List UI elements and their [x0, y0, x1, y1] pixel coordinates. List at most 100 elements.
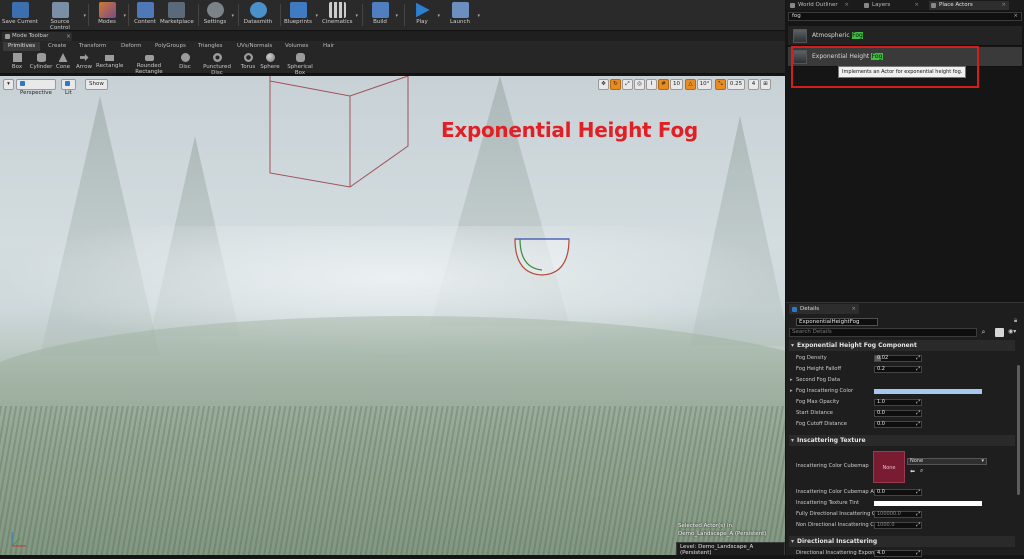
show-button[interactable]: Show: [85, 79, 108, 90]
grid-snap-value[interactable]: 10: [670, 79, 683, 90]
reset-arrow-icon[interactable]: ⤢: [916, 400, 920, 405]
fog-inscattering-color-swatch[interactable]: [874, 389, 982, 394]
scale-snap-icon[interactable]: ⤡: [715, 79, 726, 90]
cubemap-asset-dropdown[interactable]: None ▾: [907, 458, 987, 465]
cubemap-angle-field[interactable]: 0.0 ⤢: [874, 489, 922, 496]
category-transform[interactable]: Transform: [74, 42, 111, 51]
grid-snap-icon[interactable]: #: [658, 79, 669, 90]
reset-arrow-icon[interactable]: ⤢: [916, 512, 920, 517]
height-fog-gizmo[interactable]: [514, 238, 570, 276]
rotation-snap-value[interactable]: 10°: [697, 79, 712, 90]
tab-layers[interactable]: Layers ×: [862, 1, 922, 10]
close-icon[interactable]: ×: [914, 1, 919, 10]
rotation-snap-icon[interactable]: △: [685, 79, 696, 90]
source-control-button[interactable]: Source Control ▾: [40, 1, 86, 31]
shape-torus[interactable]: Torus: [239, 52, 257, 73]
level-viewport[interactable]: ▾ Perspective Lit Show ✥ ↻ ⤢ ◎ ⌇ # 10 △ …: [0, 76, 785, 555]
shape-punctured-disc[interactable]: Punctured Disc: [197, 52, 237, 76]
scale-icon[interactable]: ⤢: [622, 79, 633, 90]
marketplace-button[interactable]: Marketplace: [160, 1, 194, 30]
category-deform[interactable]: Deform: [116, 42, 146, 51]
reset-arrow-icon[interactable]: ⤢: [916, 422, 920, 427]
rotate-icon[interactable]: ↻: [610, 79, 621, 90]
scale-snap-value[interactable]: 0.25: [727, 79, 745, 90]
camera-speed-value[interactable]: 4: [748, 79, 759, 90]
category-volumes[interactable]: Volumes: [280, 42, 313, 51]
reset-arrow-icon[interactable]: ⤢: [916, 356, 920, 361]
save-current-button[interactable]: Save Current: [2, 1, 38, 30]
use-selected-arrow-icon[interactable]: ⬅: [910, 468, 915, 475]
non-directional-field[interactable]: 1000.0 ⤢: [874, 522, 922, 529]
cubemap-thumbnail[interactable]: None: [873, 451, 905, 483]
tab-world-outliner[interactable]: World Outliner ×: [788, 1, 852, 10]
build-button[interactable]: Build ▾: [368, 1, 398, 30]
eye-icon[interactable]: ◉▾: [1008, 328, 1016, 335]
category-uvs-normals[interactable]: UVs/Normals: [232, 42, 277, 51]
shape-cylinder[interactable]: Cylinder: [29, 52, 53, 73]
shape-sphere[interactable]: Sphere: [259, 52, 281, 73]
fog-height-falloff-field[interactable]: 0.2 ⤢: [874, 366, 922, 373]
actor-name-field[interactable]: ExponentialHeightFog: [796, 318, 878, 326]
play-button[interactable]: Play ▾: [410, 1, 440, 30]
content-button[interactable]: Content: [132, 1, 158, 30]
settings-button[interactable]: Settings ▾: [202, 1, 234, 30]
reset-arrow-icon[interactable]: ⤢: [916, 523, 920, 528]
directional-exponent-field[interactable]: 4.0 ⤢: [874, 550, 922, 557]
shape-disc[interactable]: Disc: [177, 52, 193, 73]
maximize-icon[interactable]: ⊞: [760, 79, 771, 90]
shape-cone[interactable]: Cone: [54, 52, 72, 73]
fog-cutoff-distance-field[interactable]: 0.0 ⤢: [874, 421, 922, 428]
texture-tint-swatch[interactable]: [874, 501, 982, 506]
datasmith-button[interactable]: Datasmith: [242, 1, 274, 30]
surface-snap-icon[interactable]: ⌇: [646, 79, 657, 90]
fog-max-opacity-field[interactable]: 1.0 ⤢: [874, 399, 922, 406]
place-actors-search-input[interactable]: fog ×: [788, 12, 1022, 21]
shape-box[interactable]: Box: [8, 52, 26, 73]
blueprints-button[interactable]: Blueprints ▾: [284, 1, 318, 30]
section-exponential-height-fog-component[interactable]: Exponential Height Fog Component: [789, 340, 1015, 351]
category-primitives[interactable]: Primitives: [3, 42, 41, 51]
fog-density-field[interactable]: 0.02 ⤢: [874, 355, 922, 362]
shape-spherical-box[interactable]: Spherical Box: [282, 52, 318, 76]
perspective-button[interactable]: Perspective: [16, 79, 56, 96]
reset-arrow-icon[interactable]: ⤢: [916, 367, 920, 372]
shape-arrow[interactable]: Arrow: [74, 52, 94, 73]
reset-arrow-icon[interactable]: ⤢: [916, 551, 920, 556]
start-distance-field[interactable]: 0.0 ⤢: [874, 410, 922, 417]
section-inscattering-texture[interactable]: Inscattering Texture: [789, 435, 1015, 446]
modes-button[interactable]: Modes ▾: [94, 1, 126, 30]
lock-icon[interactable]: 🔒︎: [1014, 317, 1021, 325]
close-icon[interactable]: ×: [1001, 1, 1006, 10]
reset-arrow-icon[interactable]: ⤢: [916, 411, 920, 416]
fully-directional-field[interactable]: 100000.0 ⤢: [874, 511, 922, 518]
lit-button[interactable]: Lit: [61, 79, 76, 96]
search-icon[interactable]: ⌕: [979, 328, 988, 337]
shape-rectangle[interactable]: Rectangle: [96, 52, 123, 73]
actor-item-atmospheric-fog[interactable]: Atmospheric Fog: [788, 26, 1022, 46]
tab-place-actors[interactable]: Place Actors ×: [929, 1, 1009, 10]
details-scrollbar[interactable]: [1017, 365, 1020, 495]
launch-button[interactable]: Launch ▾: [446, 1, 480, 30]
category-triangles[interactable]: Triangles: [193, 42, 227, 51]
viewport-options-button[interactable]: ▾: [3, 79, 14, 90]
browse-search-icon[interactable]: ⌕: [920, 467, 923, 475]
category-create[interactable]: Create: [43, 42, 71, 51]
section-directional-inscattering[interactable]: Directional Inscattering: [789, 536, 1015, 547]
cinematics-button[interactable]: Cinematics ▾: [322, 1, 358, 30]
coordinate-space-icon[interactable]: ◎: [634, 79, 645, 90]
category-polygroups[interactable]: PolyGroups: [150, 42, 191, 51]
close-icon[interactable]: ×: [844, 1, 849, 10]
clear-icon[interactable]: ×: [1013, 13, 1018, 20]
details-search-input[interactable]: Search Details: [789, 328, 977, 337]
prop-second-fog-data[interactable]: Second Fog Data: [789, 375, 1015, 386]
category-hair[interactable]: Hair: [318, 42, 339, 51]
shape-rounded-rectangle[interactable]: Rounded Rectangle: [124, 52, 174, 75]
tab-details[interactable]: Details ×: [789, 304, 859, 314]
mode-toolbar-tab[interactable]: Mode Toolbar ×: [2, 32, 72, 41]
actor-item-exponential-height-fog[interactable]: Exponential Height Fog: [788, 47, 1022, 67]
view-options-icon[interactable]: [995, 328, 1004, 337]
close-icon[interactable]: ×: [66, 32, 71, 41]
close-icon[interactable]: ×: [851, 304, 856, 314]
translate-icon[interactable]: ✥: [598, 79, 609, 90]
reset-arrow-icon[interactable]: ⤢: [916, 490, 920, 495]
